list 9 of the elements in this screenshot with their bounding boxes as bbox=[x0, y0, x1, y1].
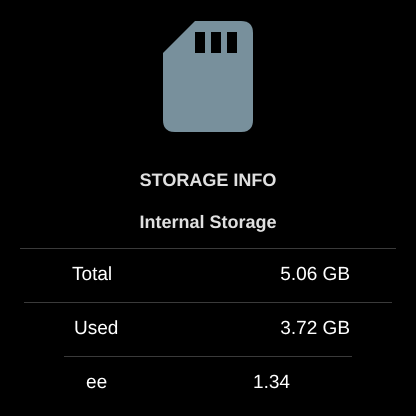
row-label: ee bbox=[85, 371, 108, 396]
title: STORAGE INFO bbox=[140, 169, 276, 192]
row-value: 1.34 bbox=[253, 371, 291, 396]
row-value: 3.72 GB bbox=[280, 317, 350, 342]
row-label: Used bbox=[74, 317, 118, 342]
row-label: Total bbox=[72, 263, 112, 288]
row-value: 5.06 GB bbox=[280, 263, 350, 288]
subtitle: Internal Storage bbox=[139, 211, 277, 234]
sd-card-icon bbox=[163, 21, 253, 132]
